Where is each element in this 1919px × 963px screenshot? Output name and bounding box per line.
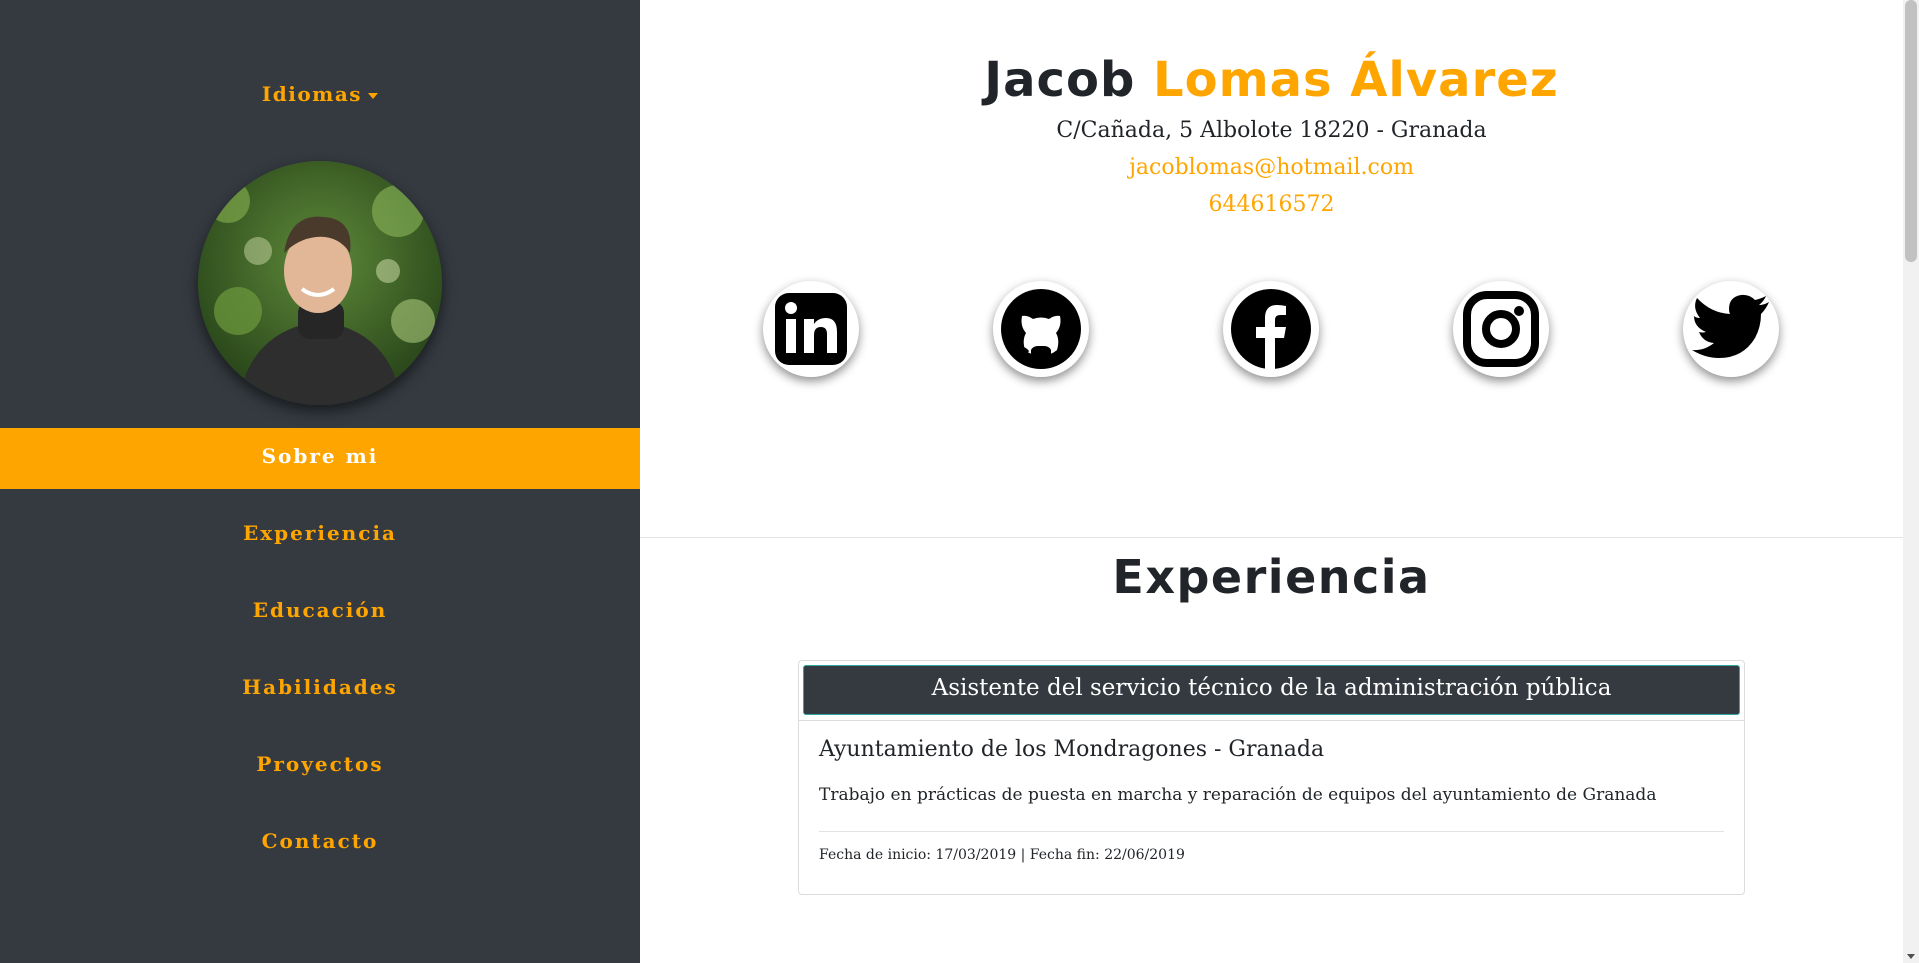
instagram-button[interactable] bbox=[1453, 281, 1549, 377]
experience-dates: Fecha de inicio: 17/03/2019 | Fecha fin:… bbox=[819, 847, 1185, 863]
nav-item-habilidades[interactable]: Habilidades bbox=[0, 659, 640, 720]
avatar bbox=[198, 161, 442, 405]
nav-item-experiencia[interactable]: Experiencia bbox=[0, 505, 640, 566]
profile-photo bbox=[198, 161, 442, 405]
last-name: Lomas Álvarez bbox=[1153, 52, 1559, 108]
nav-item-proyectos[interactable]: Proyectos bbox=[0, 736, 640, 797]
caret-down-icon bbox=[368, 92, 379, 99]
twitter-icon bbox=[1692, 294, 1769, 358]
card-divider bbox=[819, 831, 1724, 832]
instagram-icon bbox=[1463, 291, 1539, 367]
nav-item-contacto[interactable]: Contacto bbox=[0, 813, 640, 874]
first-name: Jacob bbox=[984, 52, 1136, 108]
language-dropdown[interactable]: Idiomas bbox=[0, 82, 640, 106]
phone-link[interactable]: 644616572 bbox=[640, 192, 1903, 217]
email-link[interactable]: jacoblomas@hotmail.com bbox=[640, 155, 1903, 180]
github-icon bbox=[1001, 289, 1081, 369]
page-scrollbar[interactable] bbox=[1903, 0, 1919, 963]
page-title: Jacob Lomas Álvarez bbox=[640, 52, 1903, 108]
experience-position: Asistente del servicio técnico de la adm… bbox=[803, 665, 1740, 715]
section-divider bbox=[640, 537, 1903, 538]
language-dropdown-label: Idiomas bbox=[261, 82, 363, 106]
nav-item-educacion[interactable]: Educación bbox=[0, 582, 640, 643]
twitter-button[interactable] bbox=[1683, 281, 1779, 377]
experience-company: Ayuntamiento de los Mondragones - Granad… bbox=[819, 737, 1325, 762]
address: C/Cañada, 5 Albolote 18220 - Granada bbox=[1056, 118, 1487, 143]
scrollbar-thumb[interactable] bbox=[1905, 0, 1917, 262]
sidebar: Idiomas Sobre mi Experiencia Educación H… bbox=[0, 0, 640, 963]
experience-card: Asistente del servicio técnico de la adm… bbox=[798, 660, 1745, 895]
linkedin-button[interactable] bbox=[763, 281, 859, 377]
experience-description: Trabajo en prácticas de puesta en marcha… bbox=[819, 785, 1657, 805]
facebook-icon bbox=[1231, 289, 1311, 370]
sidebar-nav: Sobre mi Experiencia Educación Habilidad… bbox=[0, 428, 640, 890]
main-content: Jacob Lomas Álvarez C/Cañada, 5 Albolote… bbox=[640, 0, 1903, 963]
linkedin-icon bbox=[775, 293, 847, 365]
experience-title: Experiencia bbox=[1112, 550, 1431, 604]
scroll-down-arrow-icon[interactable] bbox=[1907, 954, 1915, 959]
nav-item-sobre-mi[interactable]: Sobre mi bbox=[0, 428, 640, 489]
card-separator bbox=[799, 720, 1744, 721]
facebook-button[interactable] bbox=[1223, 281, 1319, 377]
github-button[interactable] bbox=[993, 281, 1089, 377]
